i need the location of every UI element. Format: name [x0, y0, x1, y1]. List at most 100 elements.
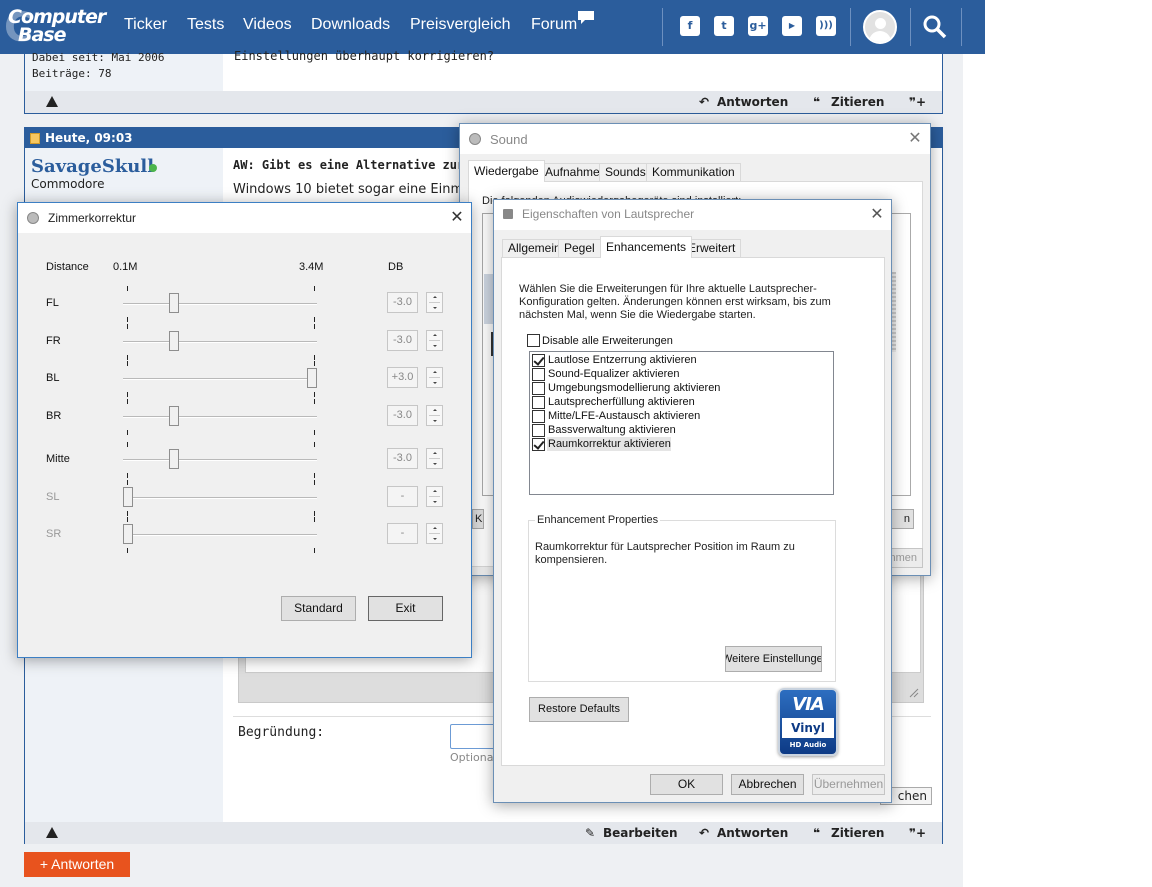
enhancement-checkbox[interactable] — [532, 410, 545, 423]
tab-wiedergabe[interactable]: Wiedergabe — [468, 160, 545, 182]
db-spinner[interactable] — [426, 486, 443, 507]
enhancement-checkbox[interactable] — [532, 354, 545, 367]
rss-icon[interactable]: ))) — [816, 16, 836, 36]
post-new-icon — [30, 133, 40, 144]
distance-slider-thumb[interactable] — [169, 293, 179, 313]
db-value-field[interactable]: - — [387, 523, 418, 544]
cancel-button[interactable]: Abbrechen — [731, 774, 804, 795]
apply-button[interactable]: Übernehmen — [812, 774, 885, 795]
username[interactable]: SavageSkull — [31, 156, 154, 177]
channel-label: FR — [46, 335, 61, 347]
distance-slider-track[interactable] — [123, 459, 317, 461]
db-spinner[interactable] — [426, 330, 443, 351]
slider-tick — [314, 511, 315, 516]
report-icon[interactable] — [46, 96, 58, 107]
tab-sounds[interactable]: Sounds — [599, 163, 652, 181]
more-settings-button[interactable]: Weitere Einstellungen — [725, 646, 822, 672]
enhancement-label: Lautsprecherfüllung aktivieren — [548, 396, 695, 408]
tab-kommunikation[interactable]: Kommunikation — [646, 163, 741, 181]
enhancement-checkbox[interactable] — [532, 396, 545, 409]
distance-slider-track[interactable] — [123, 416, 317, 418]
db-value-field[interactable]: -3.0 — [387, 405, 418, 426]
distance-slider-thumb[interactable] — [169, 449, 179, 469]
reply-link[interactable]: Antworten — [717, 95, 788, 109]
enhancement-checkbox[interactable] — [532, 424, 545, 437]
distance-slider-thumb[interactable] — [123, 524, 133, 544]
db-spinner[interactable] — [426, 448, 443, 469]
reply-button[interactable]: + Antworten — [24, 852, 130, 877]
forum-bubble-icon — [578, 11, 594, 24]
tab-enhancements[interactable]: Enhancements — [600, 236, 693, 258]
quote-link[interactable]: Zitieren — [831, 826, 884, 840]
distance-slider-track[interactable] — [123, 534, 317, 536]
ok-button[interactable]: OK — [650, 774, 723, 795]
enhancement-checkbox[interactable] — [532, 438, 545, 451]
slider-tick — [314, 430, 315, 435]
slider-tick — [314, 399, 315, 404]
db-spinner[interactable] — [426, 405, 443, 426]
nav-preisvergleich[interactable]: Preisvergleich — [410, 16, 510, 34]
twitter-icon[interactable]: t — [714, 16, 734, 36]
slider-tick — [314, 317, 315, 322]
reply-link[interactable]: Antworten — [717, 826, 788, 840]
exit-button[interactable]: Exit — [368, 596, 443, 621]
top-navigation: C Computer Base Ticker Tests Videos Down… — [0, 0, 985, 54]
distance-slider-track[interactable] — [123, 378, 317, 380]
distance-slider-thumb[interactable] — [169, 406, 179, 426]
report-icon[interactable] — [46, 827, 58, 838]
youtube-icon[interactable]: ▶ — [782, 16, 802, 36]
resize-handle-icon[interactable] — [909, 688, 919, 698]
edit-link[interactable]: Bearbeiten — [603, 826, 678, 840]
close-icon[interactable]: ✕ — [869, 206, 885, 222]
search-icon[interactable] — [922, 14, 948, 40]
min-distance-label: 0.1M — [113, 261, 138, 273]
nav-forum[interactable]: Forum — [531, 16, 577, 34]
tab-allgemein[interactable]: Allgemein — [502, 239, 567, 257]
db-value-field[interactable]: -3.0 — [387, 448, 418, 469]
slider-tick — [314, 480, 315, 485]
disable-all-checkbox[interactable] — [527, 334, 540, 347]
db-spinner[interactable] — [426, 292, 443, 313]
nav-videos[interactable]: Videos — [243, 16, 292, 34]
standard-button[interactable]: Standard — [281, 596, 356, 621]
tab-pegel[interactable]: Pegel — [558, 239, 601, 257]
db-value-field[interactable]: +3.0 — [387, 367, 418, 388]
tab-aufnahme[interactable]: Aufnahme — [539, 163, 606, 181]
facebook-icon[interactable]: f — [680, 16, 700, 36]
quote-link[interactable]: Zitieren — [831, 95, 884, 109]
computerbase-logo[interactable]: C Computer Base — [4, 6, 106, 48]
nav-ticker[interactable]: Ticker — [124, 16, 167, 34]
db-value-field[interactable]: - — [387, 486, 418, 507]
db-value-field[interactable]: -3.0 — [387, 292, 418, 313]
distance-slider-thumb[interactable] — [307, 368, 317, 388]
room-correction-dialog: Zimmerkorrektur ✕ Distance 0.1M 3.4M DB … — [17, 202, 472, 658]
nav-tests[interactable]: Tests — [187, 16, 224, 34]
distance-slider-thumb[interactable] — [169, 331, 179, 351]
distance-slider-track[interactable] — [123, 303, 317, 305]
close-icon[interactable]: ✕ — [907, 130, 923, 146]
distance-slider-track[interactable] — [123, 341, 317, 343]
multiquote-icon[interactable]: ❞+ — [909, 826, 926, 840]
distance-header: Distance — [46, 261, 89, 273]
post-time: Heute, 09:03 — [45, 131, 133, 145]
multiquote-icon[interactable]: ❞+ — [909, 95, 926, 109]
speaker-icon — [469, 133, 481, 145]
db-value-field[interactable]: -3.0 — [387, 330, 418, 351]
db-spinner[interactable] — [426, 367, 443, 388]
restore-defaults-button[interactable]: Restore Defaults — [529, 697, 629, 722]
slider-tick — [127, 317, 128, 322]
nav-downloads[interactable]: Downloads — [311, 16, 390, 34]
speaker-icon — [503, 209, 513, 219]
distance-slider-track[interactable] — [123, 497, 317, 499]
googleplus-icon[interactable]: g+ — [748, 16, 768, 36]
enhancements-list[interactable]: Lautlose Entzerrung aktivieren Sound-Equ… — [529, 351, 834, 495]
db-spinner[interactable] — [426, 523, 443, 544]
distance-slider-thumb[interactable] — [123, 487, 133, 507]
user-avatar[interactable] — [863, 10, 897, 44]
max-distance-label: 3.4M — [299, 261, 324, 273]
enhancement-checkbox[interactable] — [532, 368, 545, 381]
enhancement-checkbox[interactable] — [532, 382, 545, 395]
channel-label: SR — [46, 528, 62, 540]
close-icon[interactable]: ✕ — [449, 209, 465, 225]
quote-icon: ❝ — [813, 826, 821, 840]
